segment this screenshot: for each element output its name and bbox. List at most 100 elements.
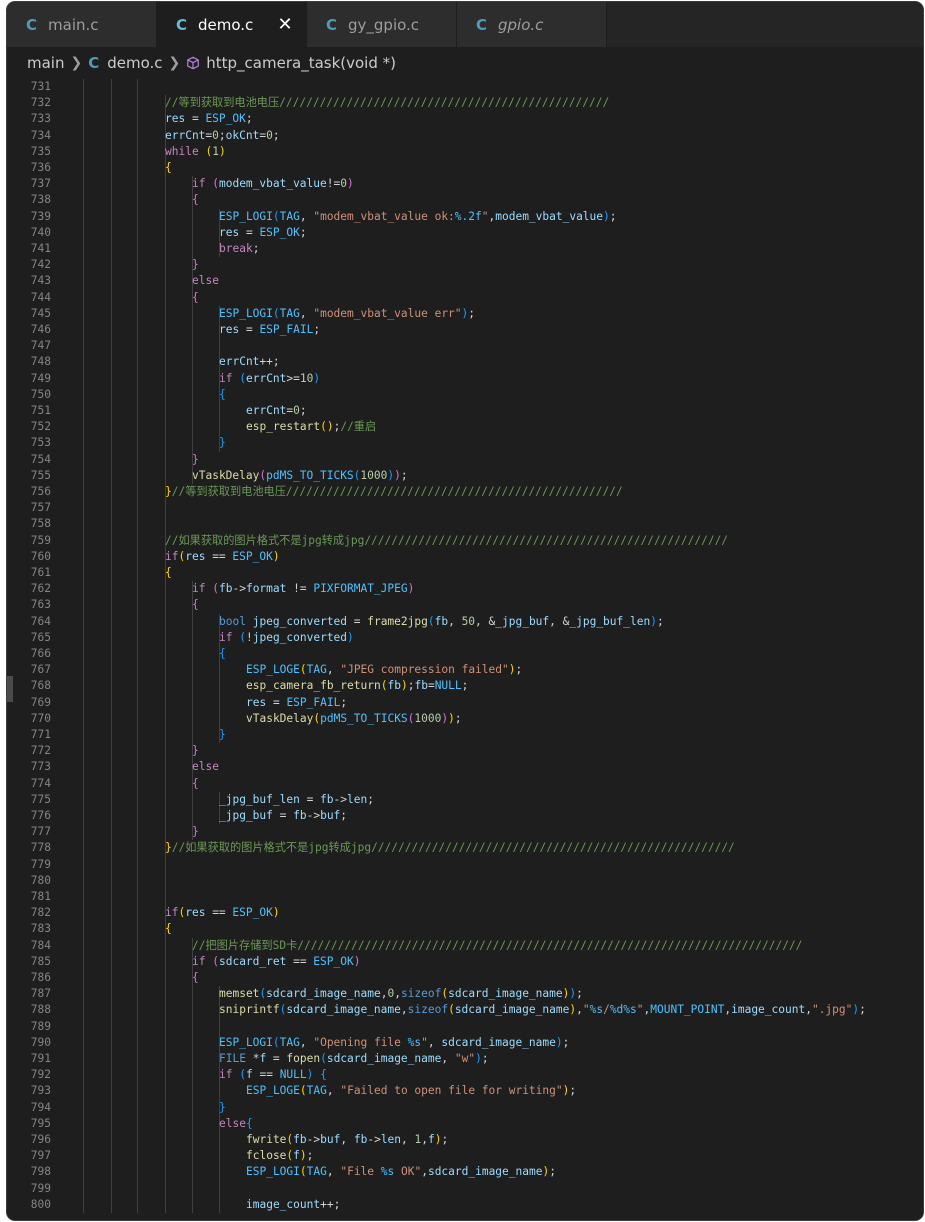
code-line[interactable]: 770 vTaskDelay(pdMS_TO_TICKS(1000)); xyxy=(7,710,923,727)
code-line[interactable]: 781 xyxy=(7,889,923,906)
code-line[interactable]: 785 if (sdcard_ret == ESP_OK) xyxy=(7,953,923,970)
code-line[interactable]: 774 { xyxy=(7,775,923,792)
code-line[interactable]: 795 else{ xyxy=(7,1115,923,1132)
code-line[interactable]: 775 _jpg_buf_len = fb->len; xyxy=(7,791,923,808)
code-token: res xyxy=(165,112,186,126)
code-line[interactable]: 755 vTaskDelay(pdMS_TO_TICKS(1000)); xyxy=(7,467,923,484)
tab-main-c[interactable]: C main.c xyxy=(7,2,157,47)
code-editor[interactable]: 731 732 //等到获取到电池电压///////////////////////… xyxy=(7,79,923,1220)
code-text: sniprintf(sdcard_image_name,sizeof(sdcar… xyxy=(219,1002,866,1018)
tab-gy-gpio-c[interactable]: C gy_gpio.c xyxy=(307,2,457,47)
indent-guide xyxy=(83,824,84,841)
code-line[interactable]: 732 //等到获取到电池电压//////////////////////////… xyxy=(7,95,923,112)
code-line[interactable]: 764 bool jpeg_converted = frame2jpg(fb, 5… xyxy=(7,613,923,630)
code-line[interactable]: 738 { xyxy=(7,192,923,209)
code-line[interactable]: 748 errCnt++; xyxy=(7,354,923,371)
code-line[interactable]: 783 { xyxy=(7,921,923,938)
code-line[interactable]: 772} xyxy=(7,743,923,760)
code-token: ; xyxy=(569,1084,577,1098)
breadcrumb-file[interactable]: demo.c xyxy=(107,54,162,72)
code-line[interactable]: 734 errCnt=0;okCnt=0; xyxy=(7,127,923,144)
code-line[interactable]: 789 xyxy=(7,1018,923,1035)
code-line[interactable]: 778}//如果获取的图片格式不是jpg转成jpg///////////////… xyxy=(7,840,923,857)
code-line[interactable]: 780 xyxy=(7,872,923,889)
code-line[interactable]: 763 { xyxy=(7,597,923,614)
code-line[interactable]: 740 res = ESP_OK; xyxy=(7,224,923,241)
code-line[interactable]: 737 if (modem_vbat_value!=0) xyxy=(7,176,923,193)
code-line[interactable]: 800 image_count++; xyxy=(7,1196,923,1213)
code-line[interactable]: 753} xyxy=(7,435,923,452)
code-line[interactable]: 796 fwrite(fb->buf, fb->len, 1,f); xyxy=(7,1132,923,1149)
code-line[interactable]: 787 memset(sdcard_image_name,0,sizeof(sdc… xyxy=(7,986,923,1003)
code-line[interactable]: 756}//等到获取到电池电压/////////////////////////… xyxy=(7,484,923,501)
indent-guide xyxy=(165,856,166,873)
breadcrumb-folder[interactable]: main xyxy=(27,54,64,72)
code-line[interactable]: 735 while (1) xyxy=(7,143,923,160)
code-line[interactable]: 790 ESP_LOGI(TAG, "Opening file %s", sdca… xyxy=(7,1034,923,1051)
code-line[interactable]: 757 xyxy=(7,500,923,517)
code-token: 0 xyxy=(266,128,273,142)
code-line[interactable]: 741 break; xyxy=(7,241,923,258)
code-line[interactable]: 766 { xyxy=(7,646,923,663)
code-line[interactable]: 794} xyxy=(7,1099,923,1116)
code-line[interactable]: 769 res = ESP_FAIL; xyxy=(7,694,923,711)
tab-gpio-c[interactable]: C gpio.c xyxy=(457,2,607,47)
code-line[interactable]: 745 ESP_LOGI(TAG, "modem_vbat_value err")… xyxy=(7,305,923,322)
code-line[interactable]: 798 ESP_LOGI(TAG, "File %s OK",sdcard_ima… xyxy=(7,1164,923,1181)
code-line[interactable]: 762 if (fb->format != PIXFORMAT_JPEG) xyxy=(7,581,923,598)
code-line[interactable]: 752 esp_restart();//重启 xyxy=(7,419,923,436)
code-token: if xyxy=(165,906,179,920)
indent-guide xyxy=(137,1051,138,1068)
code-line[interactable]: 742} xyxy=(7,257,923,274)
code-line[interactable]: 733 res = ESP_OK; xyxy=(7,111,923,128)
code-line[interactable]: 797 fclose(f); xyxy=(7,1148,923,1165)
code-line[interactable]: 788 sniprintf(sdcard_image_name,sizeof(sd… xyxy=(7,1002,923,1019)
code-token: f xyxy=(245,1068,253,1082)
line-number: 782 xyxy=(30,906,51,920)
code-line[interactable]: 782 if(res == ESP_OK) xyxy=(7,905,923,922)
code-line[interactable]: 736 { xyxy=(7,160,923,177)
code-line[interactable]: 751 errCnt=0; xyxy=(7,403,923,420)
code-line[interactable]: 739 ESP_LOGI(TAG, "modem_vbat_value ok:%.… xyxy=(7,208,923,225)
code-line[interactable]: 754} xyxy=(7,451,923,468)
code-line[interactable]: 799 xyxy=(7,1180,923,1197)
code-line[interactable]: 746 res = ESP_FAIL; xyxy=(7,322,923,339)
code-line[interactable]: 773 else xyxy=(7,759,923,776)
code-line[interactable]: 758 xyxy=(7,516,923,533)
code-line[interactable]: 768 esp_camera_fb_return(fb);fb=NULL; xyxy=(7,678,923,695)
code-line[interactable]: 786 { xyxy=(7,970,923,987)
tab-demo-c[interactable]: C demo.c ✕ xyxy=(157,2,307,47)
code-line[interactable]: 759 //如果获取的图片格式不是jpg转成jpg////////////////… xyxy=(7,532,923,549)
breadcrumb-symbol[interactable]: http_camera_task(void *) xyxy=(206,54,396,72)
code-line[interactable]: 784 //把图片存储到SD卡//////////////////////////… xyxy=(7,937,923,954)
code-line[interactable]: 777} xyxy=(7,824,923,841)
code-line[interactable]: 747 xyxy=(7,338,923,355)
close-icon[interactable]: ✕ xyxy=(275,14,295,35)
code-line[interactable]: 743 else xyxy=(7,273,923,290)
code-line[interactable]: 793 ESP_LOGE(TAG, "Failed to open file fo… xyxy=(7,1083,923,1100)
code-token: modem_vbat_value xyxy=(495,209,604,223)
code-line[interactable]: 749 if (errCnt>=10) xyxy=(7,370,923,387)
code-line[interactable]: 771} xyxy=(7,727,923,744)
line-number: 766 xyxy=(30,647,51,660)
indent-guide xyxy=(111,241,112,258)
code-line[interactable]: 744 { xyxy=(7,289,923,306)
code-text: { xyxy=(192,597,199,613)
code-line[interactable]: 750 { xyxy=(7,386,923,403)
indent-guide xyxy=(137,1002,138,1019)
code-line[interactable]: 765 if (!jpeg_converted) xyxy=(7,629,923,646)
code-line[interactable]: 791 FILE *f = fopen(sdcard_image_name, "w… xyxy=(7,1051,923,1068)
code-line[interactable]: 731 xyxy=(7,79,923,96)
indent-guide xyxy=(137,208,138,225)
code-token: sdcard_ret xyxy=(218,954,287,968)
indent-guide xyxy=(83,305,84,322)
line-number: 795 xyxy=(30,1116,51,1130)
code-line[interactable]: 792 if (f == NULL) { xyxy=(7,1067,923,1084)
code-line[interactable]: 767 ESP_LOGE(TAG, "JPEG compression faile… xyxy=(7,662,923,679)
code-line[interactable]: 776 _jpg_buf = fb->buf; xyxy=(7,808,923,825)
code-line[interactable]: 779 xyxy=(7,856,923,873)
code-text: if (f == NULL) { xyxy=(219,1067,327,1083)
code-line[interactable]: 760 if(res == ESP_OK) xyxy=(7,548,923,565)
code-line[interactable]: 761 { xyxy=(7,565,923,582)
line-number: 755 xyxy=(30,468,51,482)
